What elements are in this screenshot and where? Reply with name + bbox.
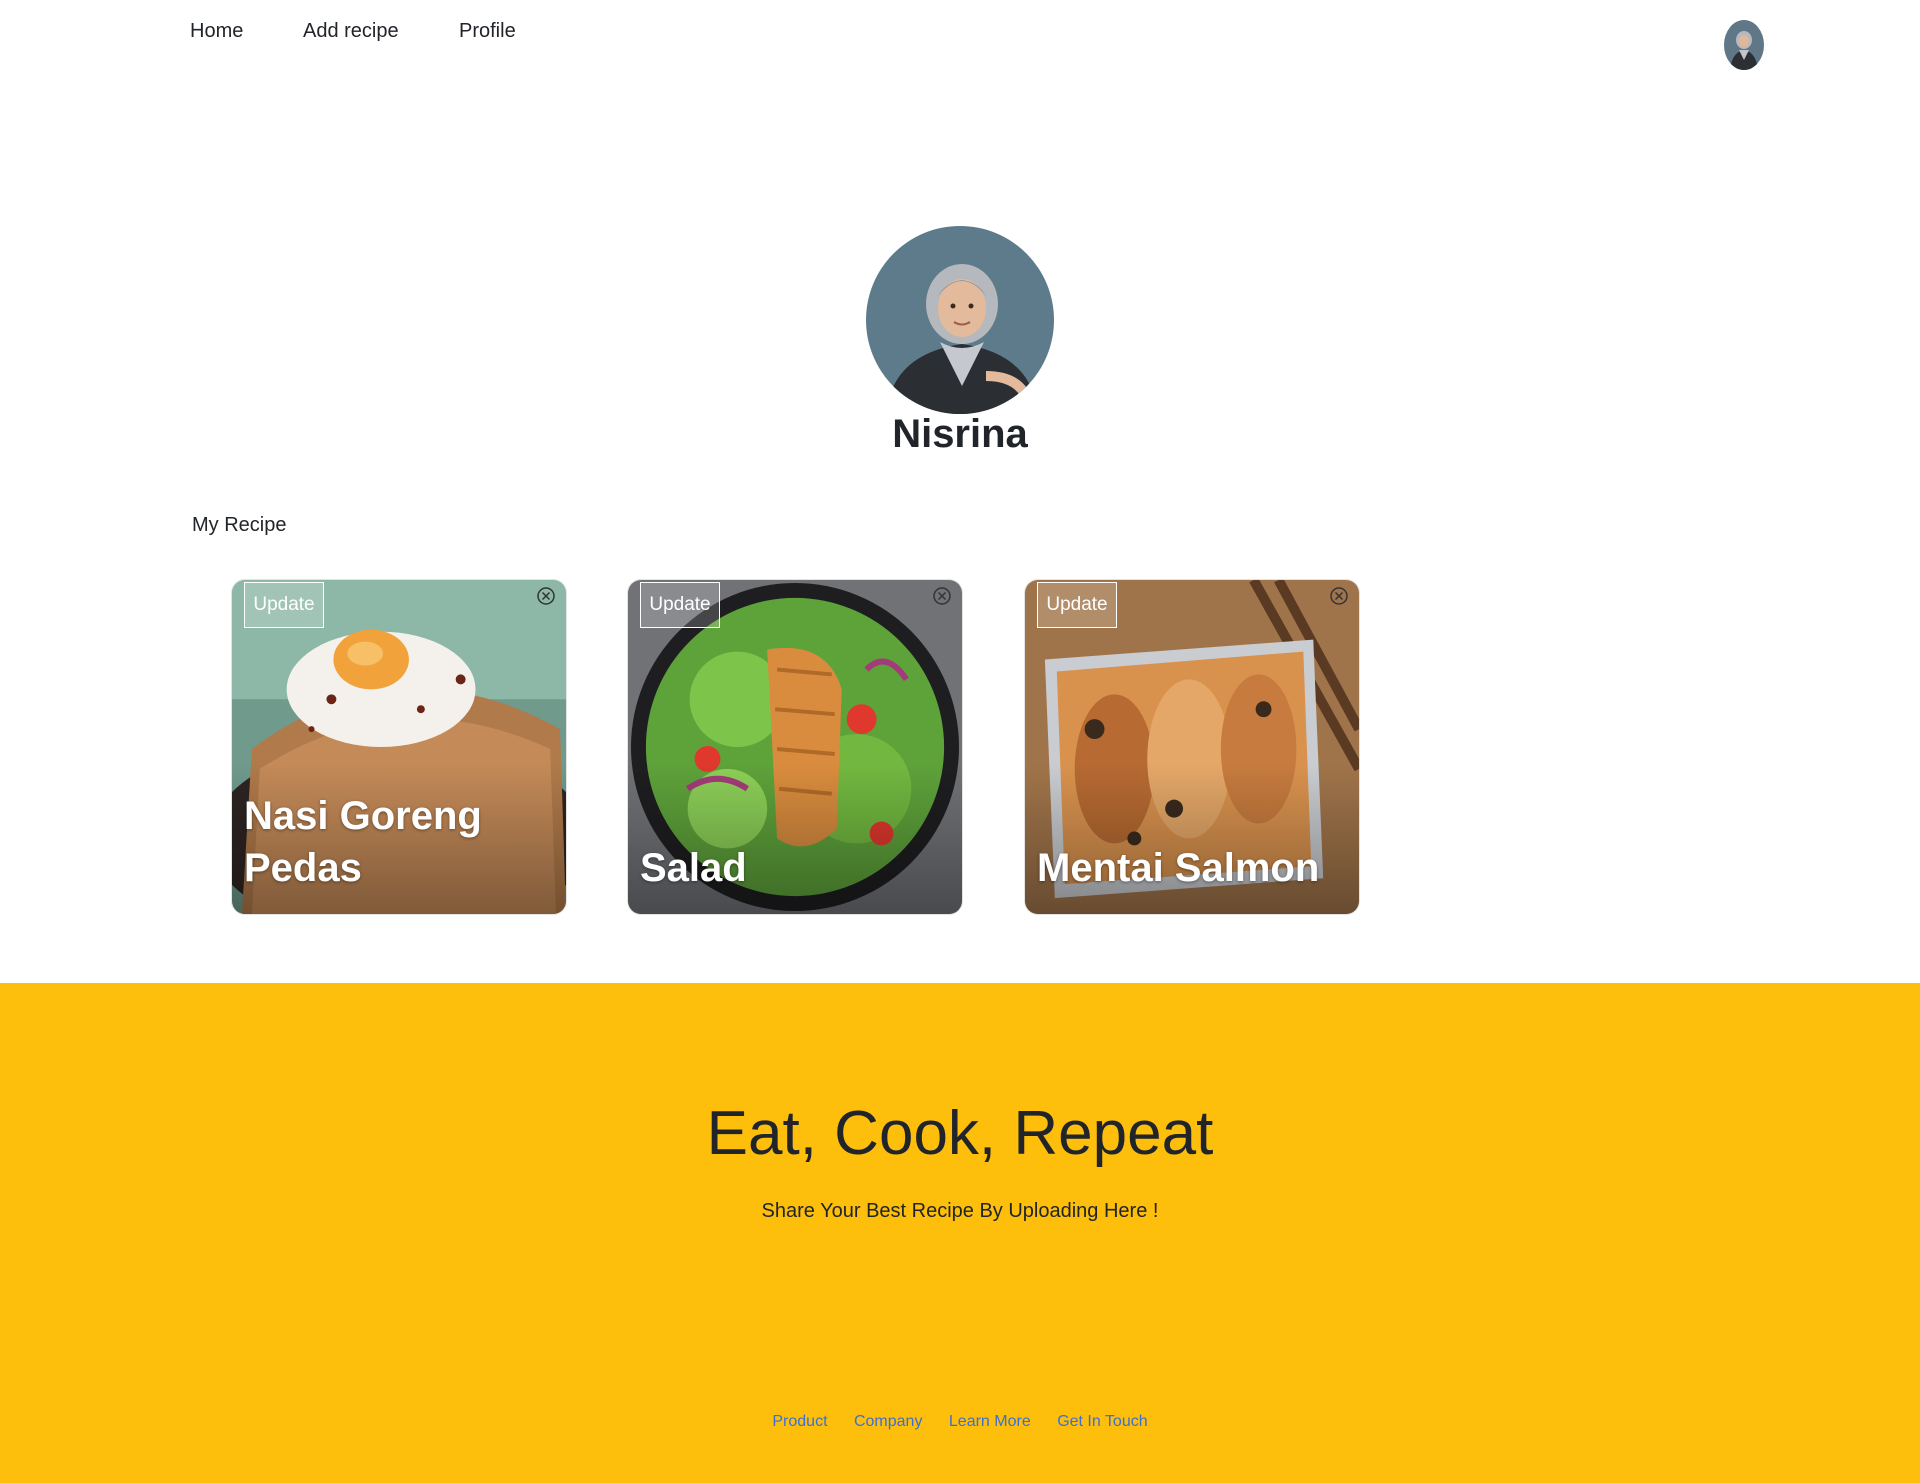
footer-link-get-in-touch[interactable]: Get In Touch: [1057, 1413, 1147, 1430]
footer: [0, 983, 1920, 1483]
update-button[interactable]: Update: [1037, 582, 1117, 628]
recipe-title: Nasi Goreng Pedas: [244, 794, 482, 890]
close-circle-icon[interactable]: [932, 586, 952, 606]
user-avatar[interactable]: [1724, 20, 1764, 70]
footer-link-product[interactable]: Product: [772, 1413, 827, 1430]
section-title: My Recipe: [192, 514, 287, 536]
recipe-card[interactable]: Update Nasi Goreng Pedas: [231, 579, 567, 915]
nav-add-recipe-link[interactable]: Add recipe: [303, 20, 399, 43]
top-navbar: Home Add recipe Profile: [0, 0, 1920, 80]
recipe-title: Salad: [640, 846, 747, 890]
profile-avatar: [866, 226, 1054, 414]
footer-link-company[interactable]: Company: [854, 1413, 922, 1430]
footer-links: Product Company Learn More Get In Touch: [0, 1413, 1920, 1431]
profile-name: Nisrina: [892, 412, 1028, 456]
close-circle-icon[interactable]: [536, 586, 556, 606]
recipe-title: Mentai Salmon: [1037, 846, 1320, 890]
footer-link-learn-more[interactable]: Learn More: [949, 1413, 1031, 1430]
update-button[interactable]: Update: [640, 582, 720, 628]
recipe-card[interactable]: Update Mentai Salmon: [1024, 579, 1360, 915]
footer-subtitle: Share Your Best Recipe By Uploading Here…: [761, 1200, 1159, 1222]
update-button[interactable]: Update: [244, 582, 324, 628]
profile-image: [866, 226, 1054, 414]
recipe-card[interactable]: Update Salad: [627, 579, 963, 915]
nav-home-link[interactable]: Home: [190, 20, 243, 43]
nav-profile-link[interactable]: Profile: [459, 20, 516, 43]
avatar-image: [1724, 20, 1764, 70]
footer-title: Eat, Cook, Repeat: [706, 1099, 1214, 1168]
close-circle-icon[interactable]: [1329, 586, 1349, 606]
